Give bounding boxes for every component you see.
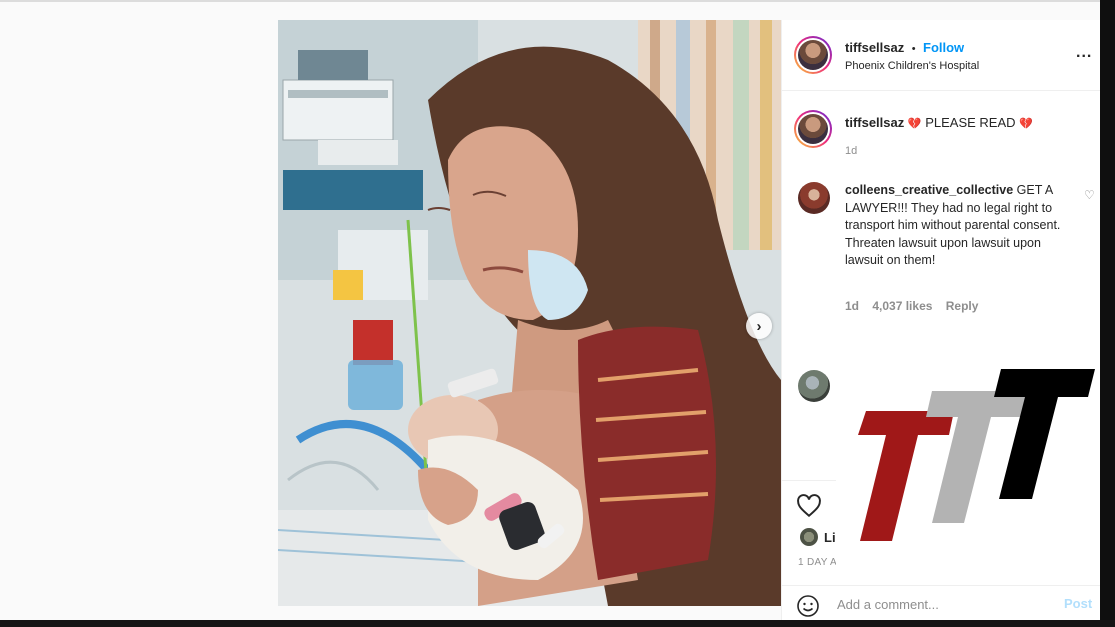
comment-likes[interactable]: 4,037 likes: [872, 299, 932, 313]
frame-edge-bottom: [0, 620, 1115, 627]
comment-like-icon[interactable]: ♡: [1084, 188, 1095, 202]
comment-timestamp[interactable]: 1d: [845, 299, 859, 313]
caption-avatar[interactable]: [794, 110, 832, 148]
ttt-logo: [858, 369, 1095, 541]
author-username[interactable]: tiffsellsaz: [845, 40, 904, 55]
commenter-avatar[interactable]: [798, 370, 830, 402]
comment-composer: Post: [782, 585, 1101, 621]
liked-by-text[interactable]: Li: [824, 530, 836, 545]
caption-username[interactable]: tiffsellsaz: [845, 115, 904, 130]
author-avatar[interactable]: [794, 36, 832, 74]
commenter-username[interactable]: colleens_creative_collective: [845, 183, 1013, 197]
location-link[interactable]: Phoenix Children's Hospital: [845, 60, 979, 72]
post-date[interactable]: 1 DAY A: [798, 557, 837, 568]
post-comment-button[interactable]: Post: [1064, 596, 1092, 611]
reply-button[interactable]: Reply: [946, 299, 979, 313]
caption-text: PLEASE READ: [925, 115, 1016, 130]
comment-text-block: colleens_creative_collective GET A LAWYE…: [845, 182, 1077, 270]
comment-input[interactable]: [837, 592, 1047, 616]
caption: tiffsellsaz 💔 PLEASE READ 💔: [845, 115, 1033, 130]
post-header: tiffsellsaz • Follow Phoenix Children's …: [782, 20, 1101, 91]
emoji-icon[interactable]: [796, 594, 820, 618]
comment-meta: 1d 4,037 likes Reply: [845, 299, 988, 313]
follow-button[interactable]: Follow: [923, 40, 964, 55]
heart-icon[interactable]: [796, 493, 822, 519]
commenter-avatar[interactable]: [798, 182, 830, 214]
post-photo[interactable]: [278, 20, 781, 606]
photo-illustration: [278, 20, 781, 606]
frame-edge-top: [0, 0, 1115, 2]
separator-dot: •: [911, 43, 916, 55]
more-options-icon[interactable]: ...: [1076, 44, 1092, 62]
frame-edge-right: [1100, 0, 1115, 627]
broken-heart-icon: 💔: [907, 118, 922, 130]
caption-timestamp[interactable]: 1d: [845, 145, 857, 157]
liked-by-avatar[interactable]: [800, 528, 818, 546]
screen: › tiffsellsaz • Follow Phoenix Children'…: [0, 0, 1115, 627]
broken-heart-icon: 💔: [1019, 118, 1033, 130]
author-line: tiffsellsaz • Follow: [845, 39, 964, 57]
next-photo-button[interactable]: ›: [746, 313, 772, 339]
